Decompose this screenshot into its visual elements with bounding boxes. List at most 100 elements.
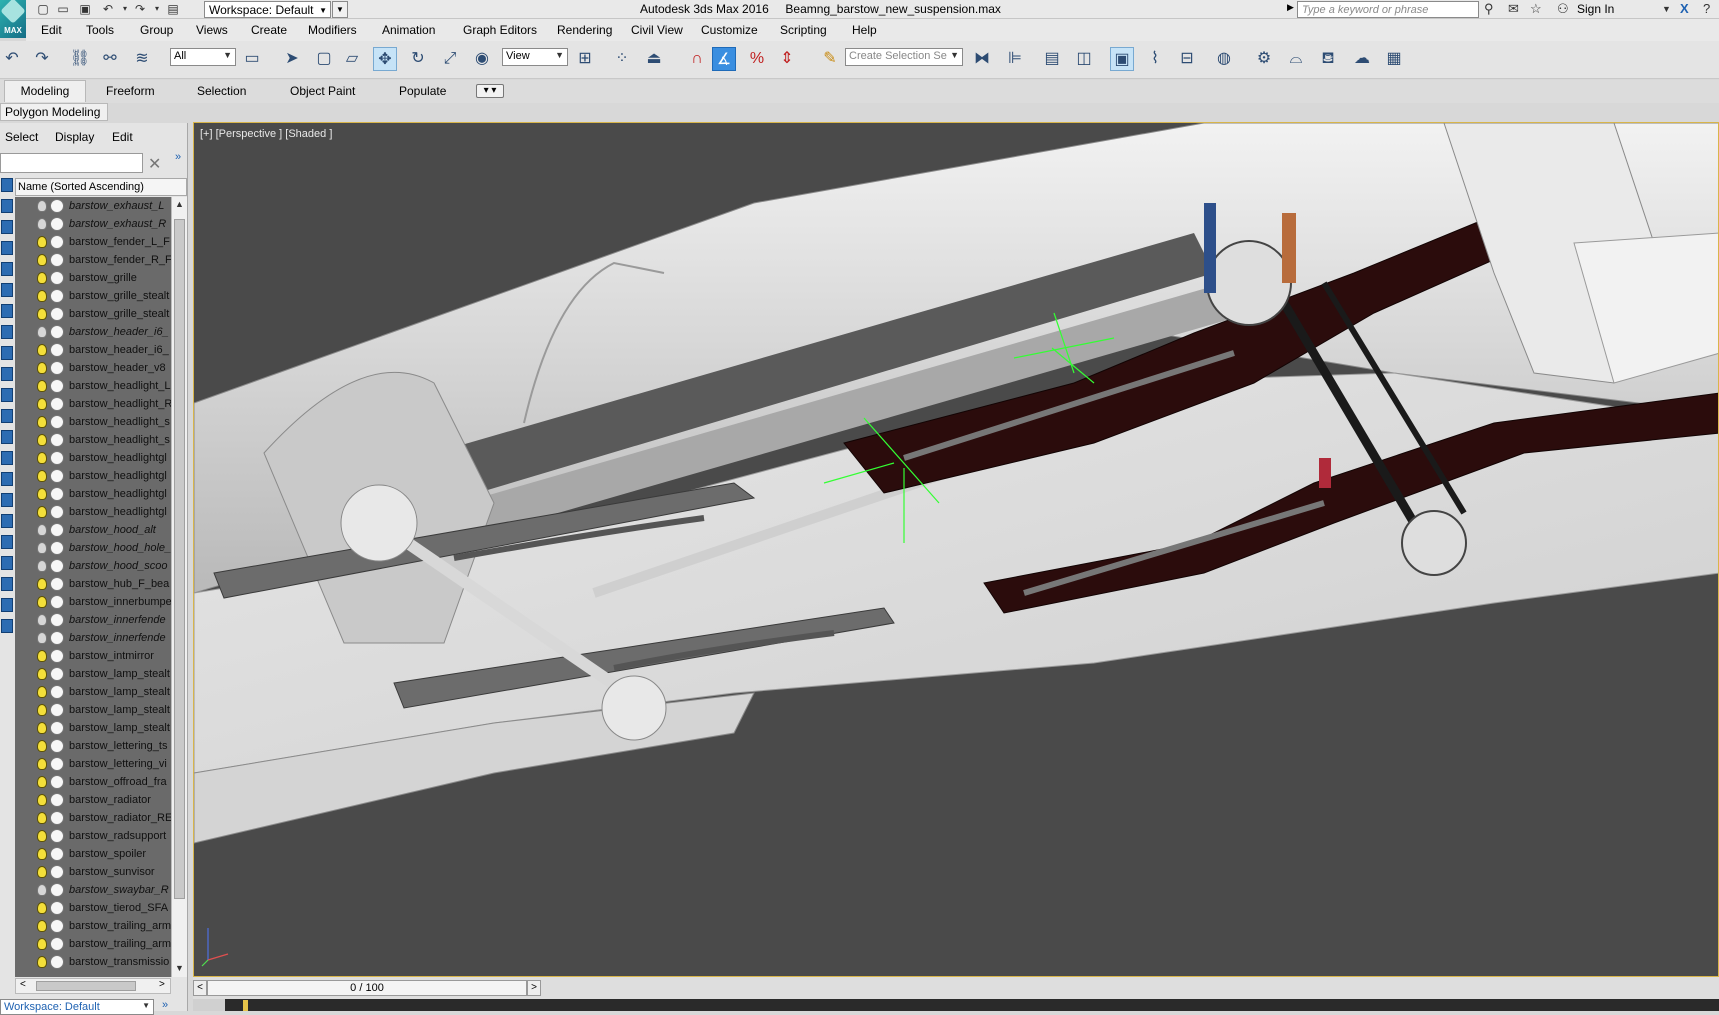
display-filter-icon[interactable] [1,220,13,234]
light-bulb-icon[interactable] [37,236,47,248]
menu-graph-editors[interactable]: Graph Editors [463,23,537,37]
name-column-header[interactable]: Name (Sorted Ascending) [15,178,187,196]
display-filter-icon[interactable] [1,577,13,591]
list-item[interactable]: barstow_headlight_s [15,431,171,449]
visibility-toggle-icon[interactable] [50,757,64,771]
snaps-toggle-icon[interactable]: ∩ [685,47,709,71]
bind-space-warp-icon[interactable]: ≋ [130,47,154,71]
mirror-icon[interactable]: ⧓ [970,47,994,71]
named-selection-sets-dropdown[interactable]: Create Selection Se ▼ [845,48,963,66]
visibility-toggle-icon[interactable] [50,811,64,825]
previous-frame-button[interactable]: < [193,980,207,996]
redo-icon[interactable]: ↷ [30,47,54,71]
select-object-icon[interactable]: ▭ [240,47,264,71]
light-bulb-icon[interactable] [37,344,47,356]
explorer-workspace-dropdown[interactable]: Workspace: Default ▼ [0,999,154,1015]
display-filter-icon[interactable] [1,262,13,276]
exchange-apps-icon[interactable]: X [1680,2,1689,16]
object-list[interactable]: barstow_exhaust_L barstow_exhaust_R barsto… [15,197,171,977]
visibility-toggle-icon[interactable] [50,631,64,645]
list-item[interactable]: barstow_lamp_stealt [15,719,171,737]
link-icon[interactable]: ⛓ [68,47,92,71]
visibility-toggle-icon[interactable] [50,379,64,393]
unlink-icon[interactable]: ⚯ [98,47,122,71]
undo-icon[interactable]: ↶ [101,2,115,16]
redo-icon[interactable]: ↷ [133,2,147,16]
list-item[interactable]: barstow_intmirror [15,647,171,665]
help-search-input[interactable]: Type a keyword or phrase [1297,1,1479,18]
light-bulb-icon[interactable] [37,506,47,518]
visibility-toggle-icon[interactable] [50,955,64,969]
visibility-toggle-icon[interactable] [50,343,64,357]
visibility-toggle-icon[interactable] [50,613,64,627]
light-bulb-icon[interactable] [37,524,47,536]
render-setup-icon[interactable]: ⚙ [1252,47,1276,71]
light-bulb-icon[interactable] [37,920,47,932]
visibility-toggle-icon[interactable] [50,685,64,699]
list-item[interactable]: barstow_headlightgl [15,503,171,521]
list-item[interactable]: barstow_lamp_stealt [15,665,171,683]
visibility-toggle-icon[interactable] [50,559,64,573]
light-bulb-icon[interactable] [37,758,47,770]
display-filter-icon[interactable] [1,241,13,255]
toggle-layer-explorer-icon[interactable]: ◫ [1072,47,1096,71]
angle-snap-icon[interactable]: ∡ [712,47,736,71]
select-manipulate-icon[interactable]: ⁘ [610,47,634,71]
communication-center-icon[interactable]: ✉ [1508,2,1519,16]
display-filter-icon[interactable] [1,178,13,192]
list-item[interactable]: barstow_swaybar_R [15,881,171,899]
menu-modifiers[interactable]: Modifiers [308,23,357,37]
list-item[interactable]: barstow_header_v8 [15,359,171,377]
light-bulb-icon[interactable] [37,596,47,608]
visibility-toggle-icon[interactable] [50,487,64,501]
save-icon[interactable]: ▣ [78,2,92,16]
list-item[interactable]: barstow_lettering_vi [15,755,171,773]
vertical-scrollbar[interactable]: ▲ ▼ [171,197,187,977]
list-item[interactable]: barstow_headlight_R [15,395,171,413]
mini-curve-toggle[interactable] [193,999,225,1011]
list-item[interactable]: barstow_lettering_ts [15,737,171,755]
visibility-toggle-icon[interactable] [50,649,64,663]
visibility-toggle-icon[interactable] [50,739,64,753]
menu-animation[interactable]: Animation [382,23,435,37]
menu-rendering[interactable]: Rendering [557,23,612,37]
workspace-menu-button[interactable]: ▼ [332,1,348,18]
light-bulb-icon[interactable] [37,578,47,590]
display-filter-icon[interactable] [1,430,13,444]
toggle-scene-explorer-icon[interactable]: ▤ [1040,47,1064,71]
list-item[interactable]: barstow_exhaust_R [15,215,171,233]
undo-icon[interactable]: ↶ [0,47,24,71]
visibility-toggle-icon[interactable] [50,505,64,519]
light-bulb-icon[interactable] [37,380,47,392]
list-item[interactable]: barstow_offroad_fra [15,773,171,791]
tab-freeform[interactable]: Freeform [106,84,155,98]
scroll-up-icon[interactable]: ▲ [175,199,184,209]
light-bulb-icon[interactable] [37,866,47,878]
list-item[interactable]: barstow_trailing_arm [15,917,171,935]
visibility-toggle-icon[interactable] [50,829,64,843]
render-production-icon[interactable]: ⛾ [1316,47,1340,71]
menu-civil-view[interactable]: Civil View [631,23,683,37]
binoculars-icon[interactable]: ⚲ [1484,2,1494,16]
select-and-rotate-icon[interactable]: ↻ [406,47,430,71]
visibility-toggle-icon[interactable] [50,541,64,555]
display-filter-icon[interactable] [1,514,13,528]
display-filter-icon[interactable] [1,304,13,318]
visibility-toggle-icon[interactable] [50,847,64,861]
new-file-icon[interactable]: ▢ [36,2,50,16]
open-file-icon[interactable]: ▭ [56,2,70,16]
menu-scripting[interactable]: Scripting [780,23,827,37]
list-item[interactable]: barstow_radiator_RE [15,809,171,827]
light-bulb-icon[interactable] [37,722,47,734]
light-bulb-icon[interactable] [37,668,47,680]
horizontal-scrollbar[interactable]: < > [15,978,171,994]
light-bulb-icon[interactable] [37,956,47,968]
list-item[interactable]: barstow_header_i6_ [15,341,171,359]
list-item[interactable]: barstow_header_i6_ [15,323,171,341]
light-bulb-icon[interactable] [37,488,47,500]
visibility-toggle-icon[interactable] [50,397,64,411]
display-filter-icon[interactable] [1,367,13,381]
scroll-thumb[interactable] [174,219,185,899]
scroll-left-icon[interactable]: < [20,979,26,990]
light-bulb-icon[interactable] [37,542,47,554]
